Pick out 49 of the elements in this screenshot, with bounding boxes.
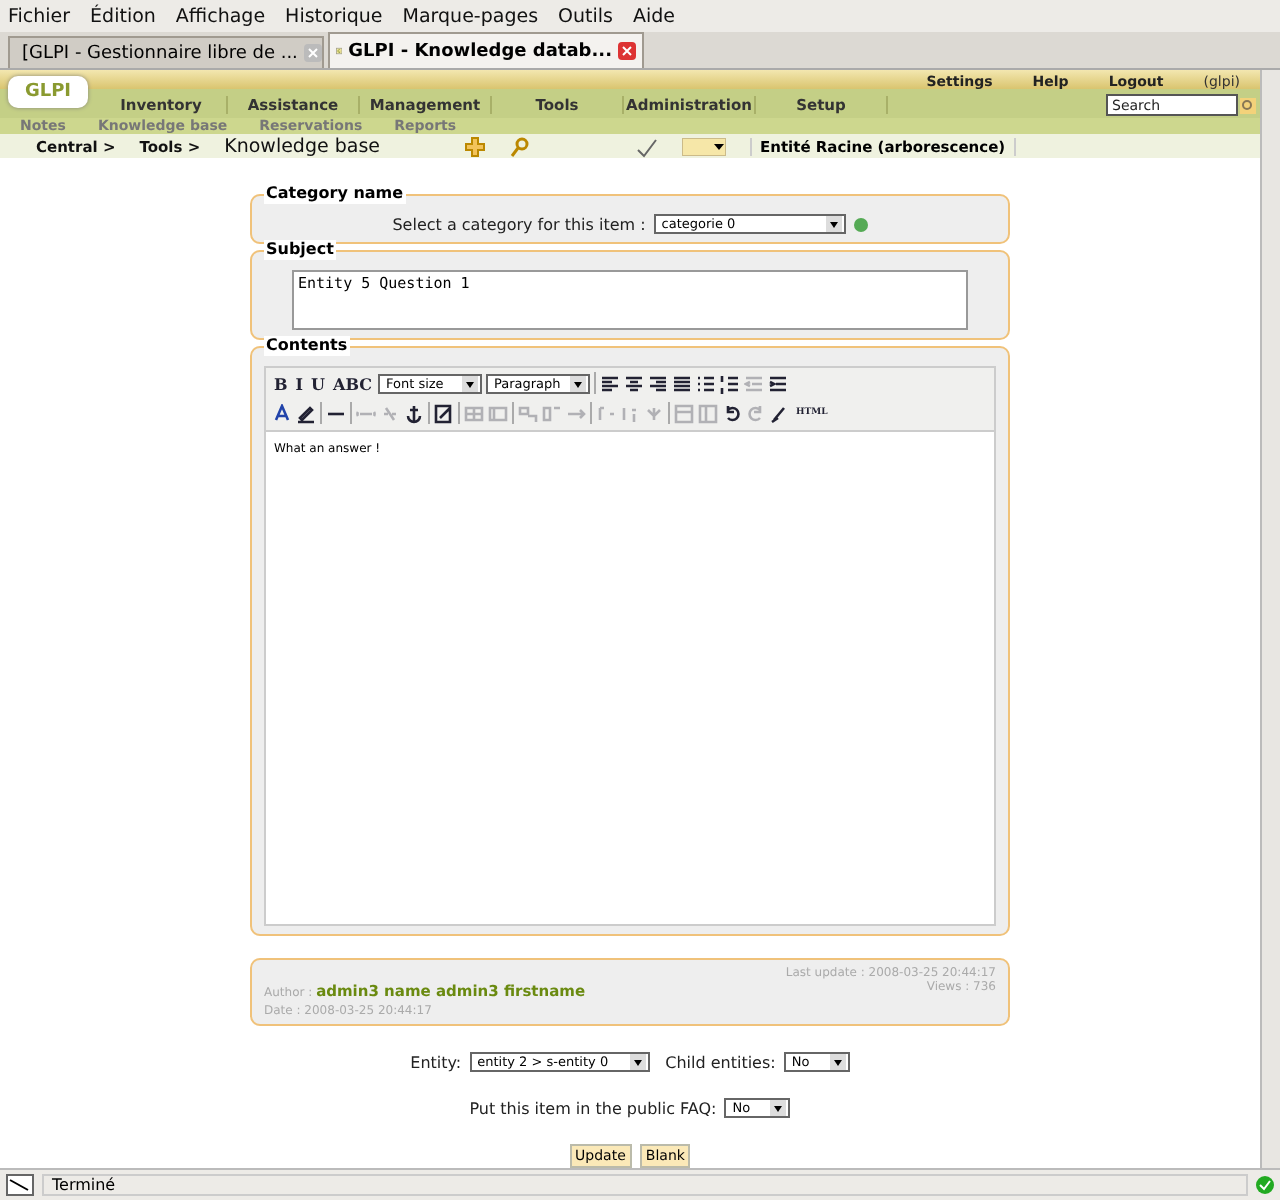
page-title: Knowledge base [224, 135, 380, 158]
category-label: Select a category for this item : [392, 215, 646, 233]
text-color-icon[interactable] [272, 403, 292, 423]
anchor-icon[interactable] [404, 403, 424, 423]
menu-item[interactable]: Marque-pages [402, 5, 539, 27]
highlight-icon[interactable] [296, 403, 316, 423]
browser-tab[interactable]: GLPI - Knowledge datab... [328, 32, 644, 68]
align-right-icon[interactable] [647, 373, 668, 393]
numbered-list-icon[interactable] [719, 373, 740, 393]
check-icon[interactable] [636, 135, 658, 158]
subject-legend: Subject [264, 240, 336, 260]
connection-icon [6, 1174, 34, 1196]
scroll-bar[interactable] [1260, 70, 1280, 1168]
menu-item[interactable]: Affichage [175, 5, 266, 27]
menu-item[interactable]: Aide [632, 5, 675, 27]
align-center-icon[interactable] [623, 373, 644, 393]
menu-item[interactable]: Fichier [8, 5, 71, 27]
category-legend: Category name [264, 184, 406, 204]
format-button[interactable]: U [309, 371, 327, 395]
search-icon[interactable] [510, 135, 532, 158]
dropdown-arrow-icon [461, 375, 478, 391]
format-button[interactable]: B [272, 371, 290, 395]
child-entities-label: Child entities: [665, 1053, 776, 1071]
indent-icon[interactable] [767, 373, 788, 393]
align-left-icon[interactable] [599, 373, 620, 393]
dropdown-arrow-icon [770, 1100, 787, 1116]
dropdown-icon[interactable] [682, 137, 726, 156]
dropdown-arrow-icon [825, 216, 842, 232]
menu-item[interactable]: Outils [558, 5, 613, 27]
dropdown-arrow-icon [629, 1054, 646, 1070]
contents-legend: Contents [264, 336, 350, 356]
dropdown-arrow-icon [829, 1054, 846, 1070]
justify-icon[interactable] [671, 373, 692, 393]
entity-label: Entity: [410, 1053, 462, 1071]
menu-item[interactable]: Historique [285, 5, 383, 27]
format-button[interactable]: ABC [331, 371, 374, 395]
bullet-list-icon[interactable] [695, 373, 716, 393]
check-icon [1256, 1176, 1274, 1194]
format-button[interactable]: I [293, 371, 306, 395]
menu-item[interactable]: Édition [90, 5, 156, 27]
edit-icon[interactable] [434, 403, 454, 423]
browser-tab[interactable]: [GLPI - Gestionnaire libre de ... [8, 36, 324, 68]
faq-label: Put this item in the public FAQ: [469, 1099, 717, 1117]
status-text: Terminé [42, 1174, 1248, 1196]
dropdown-arrow-icon [569, 375, 586, 391]
search-icon[interactable] [1240, 97, 1256, 113]
undo-icon[interactable] [722, 403, 742, 423]
close-icon[interactable] [618, 42, 636, 60]
close-icon[interactable] [303, 44, 322, 62]
